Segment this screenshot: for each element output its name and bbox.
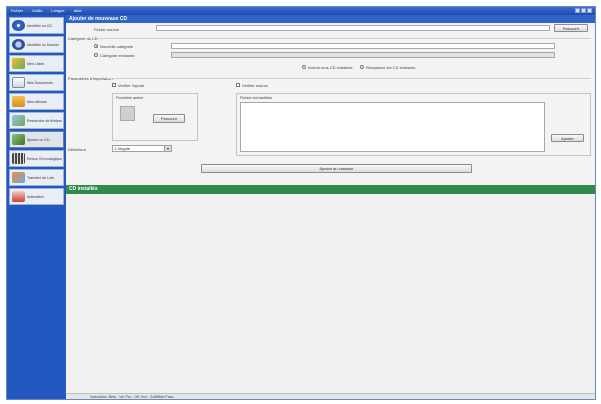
add-sample-button[interactable]: Ajouter [551, 134, 584, 142]
title-bar: Fichier Outils Langue Aide [7, 7, 595, 15]
include-all-label: Inclure tous CD existants [308, 65, 353, 70]
sidebar-item-ajouter-cd[interactable]: Ajouter un CD [9, 131, 64, 148]
sidebar-item-recherche-fichiers[interactable]: Recherche de fichiers [9, 112, 64, 129]
application-window: Fichier Outils Langue Aide Identifier un… [6, 6, 596, 400]
disc-icon [12, 20, 25, 31]
separator-value: 1-Virgule [114, 146, 130, 151]
results-list [66, 194, 595, 393]
indexation-icon [12, 191, 25, 202]
menu-bar: Fichier Outils Langue Aide [11, 8, 82, 13]
sidebar-item-mes-documents[interactable]: Mes Documents [9, 74, 64, 91]
main-panel: Ajouter de nouveaux CD Fichier source Pa… [66, 15, 595, 399]
maximize-button[interactable] [581, 8, 586, 13]
pencil-icon [12, 58, 25, 69]
status-text: Indexation: Beta - Ver Pro - Off-Text - … [90, 394, 174, 399]
sidebar-item-indexation[interactable]: Indexation [9, 188, 64, 205]
category-section-label: Catégorie du CD [68, 36, 98, 41]
browse-cover-button[interactable]: Parcourir [153, 114, 185, 123]
menu-fichier[interactable]: Fichier [11, 8, 23, 13]
chevron-down-icon: ▾ [164, 146, 171, 151]
source-file-label: Fichier source [94, 27, 120, 32]
sidebar: Identifier un CD Identifier un Dossier M… [7, 15, 66, 399]
window-controls [575, 8, 592, 13]
add-cd-icon [12, 134, 25, 145]
include-all-radio[interactable] [302, 65, 306, 69]
params-separator [106, 78, 591, 79]
minimize-button[interactable] [575, 8, 580, 13]
separator-label: Délimiteur [68, 147, 87, 152]
close-button[interactable] [587, 8, 592, 13]
search-files-icon [12, 115, 25, 126]
source-checkbox-label: Vérifier source [242, 83, 268, 88]
sidebar-item-transfert-lots[interactable]: Transfert de Lots [9, 169, 64, 186]
menu-aide[interactable]: Aide [74, 8, 82, 13]
cover-checkbox[interactable] [112, 83, 116, 87]
menu-langue[interactable]: Langue [51, 8, 64, 13]
sidebar-item-mes-albums[interactable]: Mes Albums [9, 93, 64, 110]
existing-category-select[interactable] [171, 52, 555, 58]
cover-group-label: Pochette active [116, 95, 144, 100]
browse-source-button[interactable]: Parcourir [554, 24, 588, 32]
sample-textarea[interactable] [240, 102, 545, 152]
form-header: Ajouter de nouveaux CD [66, 15, 595, 23]
source-file-input[interactable] [156, 25, 550, 31]
sidebar-item-identifier-cd[interactable]: Identifier un CD [9, 17, 64, 34]
separator-dropdown[interactable]: 1-Virgule ▾ [112, 145, 172, 152]
status-bar: Indexation: Beta - Ver Pro - Off-Text - … [66, 393, 595, 399]
sidebar-item-identifier-dossier[interactable]: Identifier un Dossier [9, 36, 64, 53]
transfer-icon [12, 172, 25, 183]
sample-group-label: Fichier échantillon [240, 95, 273, 100]
new-category-label: Nouvelle catégorie [100, 44, 134, 49]
document-icon [12, 77, 25, 88]
cover-group: Pochette active Parcourir [112, 93, 198, 141]
category-separator [96, 38, 591, 39]
new-category-input[interactable] [171, 43, 555, 49]
cover-preview [120, 106, 135, 121]
sample-group: Fichier échantillon Ajouter [236, 93, 591, 156]
existing-category-radio[interactable] [94, 53, 98, 57]
sidebar-item-retour-chronologique[interactable]: Retour Chronologique [9, 150, 64, 167]
add-to-library-button[interactable]: Ajouter au classeur [201, 164, 472, 173]
existing-category-label: Catégorie existante [100, 53, 135, 58]
replace-all-label: Remplacer les CD existants [366, 65, 416, 70]
sidebar-item-mes-listes[interactable]: Mes Listes [9, 55, 64, 72]
menu-outils[interactable]: Outils [32, 8, 42, 13]
folder-icon [12, 96, 25, 107]
results-header: CD installés [66, 185, 595, 194]
cover-checkbox-label: Vérifier l'ajouté [118, 83, 145, 88]
source-checkbox[interactable] [236, 83, 240, 87]
magnifier-icon [12, 39, 25, 50]
timeline-icon [12, 153, 25, 164]
new-category-radio[interactable] [94, 44, 98, 48]
replace-all-radio[interactable] [360, 65, 364, 69]
